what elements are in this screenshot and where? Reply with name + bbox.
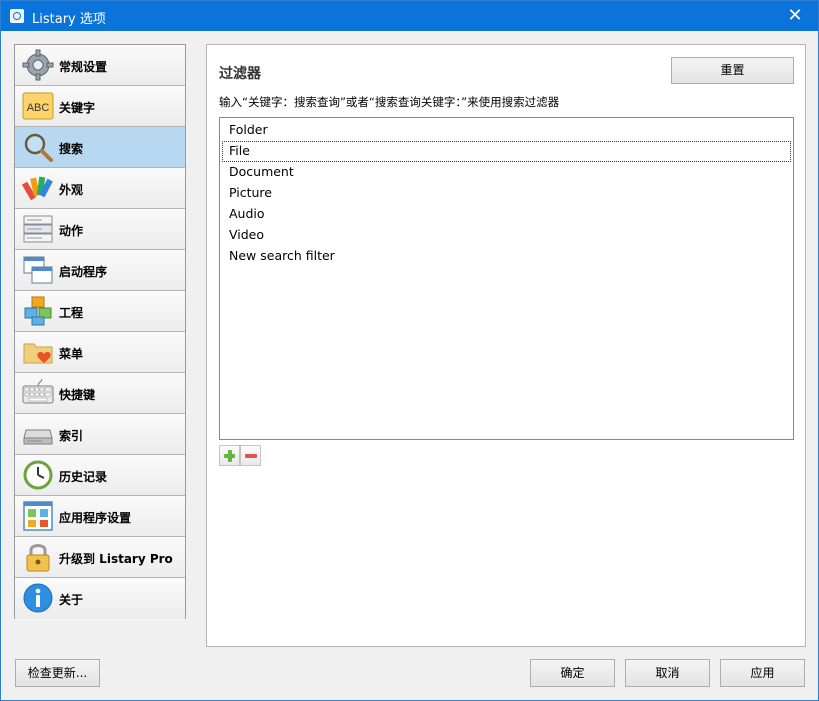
app-grid-icon — [23, 501, 53, 531]
sidebar-item-label: 工程 — [59, 306, 84, 320]
sidebar-item-upgrade-pro[interactable]: 升级到 Listary Pro — [15, 537, 185, 578]
abc-icon: ABC — [22, 92, 54, 120]
sidebar-item-actions[interactable]: 动作 — [15, 209, 185, 250]
magnifier-icon — [24, 133, 53, 162]
sidebar-item-history[interactable]: 历史记录 — [15, 455, 185, 496]
sidebar-item-label: 关键字 — [59, 101, 96, 115]
sidebar-item-index[interactable]: 索引 — [15, 414, 185, 455]
sidebar-item-projects[interactable]: 工程 — [15, 291, 185, 332]
action-list-icon — [23, 215, 53, 243]
filter-list[interactable]: Folder File Document Picture Audio Video… — [219, 117, 794, 440]
list-item[interactable]: New search filter — [222, 246, 791, 267]
sidebar-item-label: 外观 — [59, 183, 84, 197]
apply-button[interactable]: 应用 — [720, 659, 805, 687]
folder-heart-icon — [23, 343, 53, 364]
info-icon — [23, 583, 53, 613]
sidebar-item-label: 快捷键 — [59, 388, 96, 402]
sidebar-item-label: 常规设置 — [59, 60, 108, 74]
list-item[interactable]: Video — [222, 225, 791, 246]
ok-button[interactable]: 确定 — [530, 659, 615, 687]
keyboard-icon — [22, 378, 54, 404]
svg-text:ABC: ABC — [27, 102, 50, 114]
sidebar-item-label: 关于 — [59, 593, 84, 607]
gear-icon — [22, 49, 54, 81]
sidebar-item-launch[interactable]: 启动程序 — [15, 250, 185, 291]
sidebar-item-menu[interactable]: 菜单 — [15, 332, 185, 373]
boxes-icon — [24, 296, 52, 326]
listary-app-icon — [10, 9, 24, 23]
list-item[interactable]: Document — [222, 162, 791, 183]
sidebar-item-label: 启动程序 — [59, 265, 108, 279]
sidebar-item-general[interactable]: 常规设置 — [15, 45, 185, 86]
drive-icon — [23, 429, 53, 445]
sidebar-item-keywords[interactable]: ABC 关键字 — [15, 86, 185, 127]
launch-windows-icon — [23, 256, 53, 284]
sidebar: 常规设置 ABC 关键字 搜索 外观 动作 启动程序 工程 菜单 快捷键 索引 … — [14, 44, 186, 619]
sidebar-item-about[interactable]: 关于 — [15, 578, 185, 619]
list-item[interactable]: Audio — [222, 204, 791, 225]
check-update-button[interactable]: 检查更新... — [15, 659, 100, 687]
window-title: Listary 选项 — [32, 12, 106, 27]
add-filter-button[interactable] — [219, 445, 240, 466]
list-item[interactable]: Picture — [222, 183, 791, 204]
sidebar-item-hotkeys[interactable]: 快捷键 — [15, 373, 185, 414]
title-bar[interactable]: Listary 选项 ✕ — [1, 1, 818, 31]
list-item[interactable]: File — [222, 141, 791, 162]
close-button[interactable]: ✕ — [772, 1, 818, 31]
sidebar-item-app-settings[interactable]: 应用程序设置 — [15, 496, 185, 537]
list-item[interactable]: Folder — [222, 120, 791, 141]
lock-icon — [26, 544, 50, 572]
sidebar-item-label: 索引 — [59, 429, 84, 443]
sidebar-item-label: 应用程序设置 — [59, 511, 132, 525]
palette-icon — [22, 176, 53, 201]
sidebar-item-label: 菜单 — [59, 347, 84, 361]
sidebar-item-label: 历史记录 — [59, 470, 108, 484]
sidebar-item-search[interactable]: 搜索 — [15, 127, 185, 168]
sidebar-item-label: 动作 — [59, 224, 84, 238]
sidebar-item-appearance[interactable]: 外观 — [15, 168, 185, 209]
clock-icon — [23, 460, 53, 490]
cancel-button[interactable]: 取消 — [625, 659, 710, 687]
sidebar-item-label: 升级到 Listary Pro — [59, 552, 173, 566]
sidebar-item-label: 搜索 — [59, 142, 84, 156]
filter-description: 输入“关键字：搜索查询”或者“搜索查询关键字：”来使用搜索过滤器 — [219, 95, 560, 109]
search-filters-panel: 过滤器 重置 输入“关键字：搜索查询”或者“搜索查询关键字：”来使用搜索过滤器 … — [206, 44, 806, 647]
remove-filter-button[interactable] — [240, 445, 261, 466]
reset-button[interactable]: 重置 — [671, 57, 794, 84]
panel-heading: 过滤器 — [219, 66, 261, 82]
